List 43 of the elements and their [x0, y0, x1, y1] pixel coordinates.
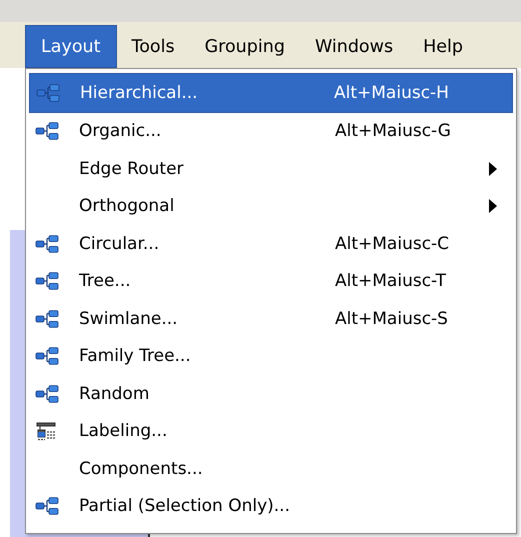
menu-item-label: Edge Router	[79, 158, 184, 179]
menu-item[interactable]: Components...	[29, 450, 513, 488]
menu-title[interactable]: Grouping	[190, 25, 300, 68]
shortcut-text: Alt+Maiusc-C	[335, 234, 450, 254]
menu-item-label: Organic...	[79, 121, 162, 142]
menu-item[interactable]: Tree... Alt+Maiusc-T	[29, 262, 513, 300]
shortcut-text: Alt+Maiusc-T	[335, 271, 448, 292]
menu-item[interactable]: Hierarchical... Alt+Maiusc-H	[29, 73, 513, 112]
menu-title[interactable]: Help	[408, 25, 478, 68]
hierarchy-icon	[35, 347, 59, 366]
menu-item[interactable]: Circular... Alt+Maiusc-C	[29, 225, 513, 262]
menu-item[interactable]: Swimlane... Alt+Maiusc-S	[29, 300, 513, 338]
menu-title[interactable]: Windows	[300, 25, 408, 68]
hierarchy-icon	[35, 122, 59, 140]
hierarchy-icon	[35, 234, 59, 253]
menu-item-label: Swimlane...	[79, 308, 178, 329]
menu-item-label: Partial (Selection Only)...	[79, 496, 290, 516]
hierarchy-icon	[36, 84, 60, 102]
shortcut-text: Alt+Maiusc-H	[334, 82, 450, 103]
menu-item-label: Random	[79, 384, 150, 404]
menu-item-label: Circular...	[79, 234, 160, 254]
menu-title[interactable]: Tools	[116, 25, 190, 68]
hierarchy-icon	[35, 310, 59, 328]
label-layout-icon	[35, 420, 57, 442]
menu-item-label: Labeling...	[79, 421, 168, 442]
shortcut-text: Alt+Maiusc-G	[335, 121, 452, 142]
menu-item[interactable]: Family Tree...	[29, 338, 513, 375]
menu-item[interactable]: Organic... Alt+Maiusc-G	[29, 112, 513, 150]
menu-item[interactable]: Partial (Selection Only)...	[29, 488, 513, 525]
menu-item[interactable]: Random	[29, 375, 513, 412]
menu-item-label: Components...	[79, 458, 203, 479]
menu-item[interactable]: Orthogonal	[29, 188, 513, 225]
hierarchy-icon	[35, 272, 59, 290]
menu-item-label: Orthogonal	[79, 196, 174, 216]
hierarchy-icon	[35, 497, 59, 516]
menu-title[interactable]: Layout	[25, 25, 116, 68]
menu-item-label: Family Tree...	[79, 346, 191, 366]
hierarchy-icon	[35, 384, 59, 403]
menu-item-label: Tree...	[79, 271, 131, 292]
menu-item-label: Hierarchical...	[80, 82, 198, 103]
menu-item[interactable]: Edge Router	[29, 150, 513, 188]
shortcut-text: Alt+Maiusc-S	[335, 308, 449, 329]
menu-item[interactable]: Labeling...	[29, 412, 513, 450]
